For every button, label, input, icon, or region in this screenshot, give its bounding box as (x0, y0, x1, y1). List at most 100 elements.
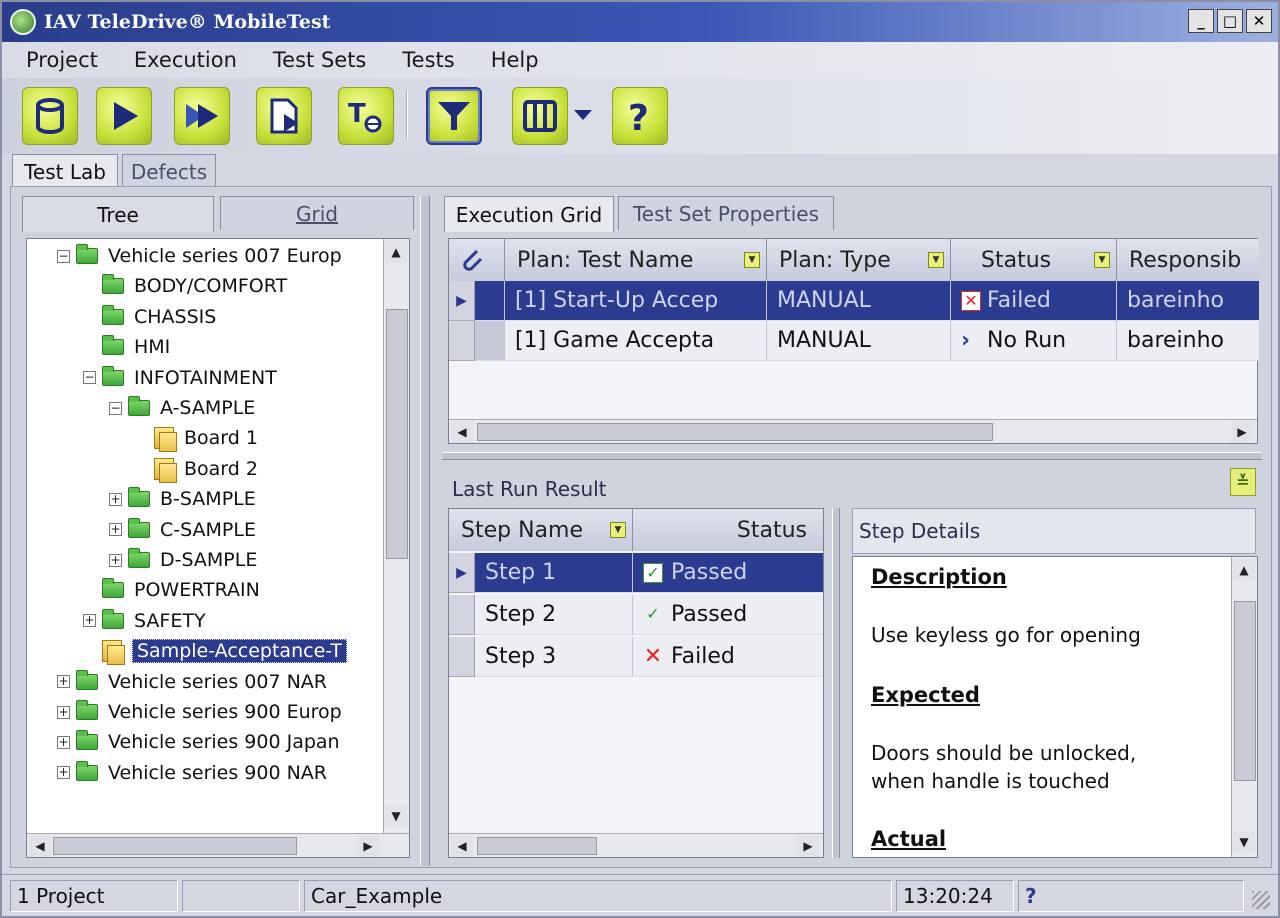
menu-execution[interactable]: Execution (134, 48, 237, 72)
collapse-icon[interactable]: − (83, 371, 96, 385)
tree-item[interactable]: + B-SAMPLE (109, 484, 256, 514)
tab-grid[interactable]: Grid (220, 196, 414, 230)
collapse-panel-button[interactable]: ≚ (1230, 468, 1256, 496)
column-header-status[interactable]: Status ▼ (951, 239, 1117, 281)
expand-icon[interactable]: + (109, 523, 122, 537)
cell-step-status[interactable]: ✓ Passed (633, 553, 823, 593)
expand-icon[interactable]: + (57, 766, 70, 780)
tab-test-lab[interactable]: Test Lab (12, 154, 118, 188)
minimize-button[interactable]: _ (1188, 9, 1214, 33)
details-vertical-scrollbar[interactable]: ▲ ▼ (1231, 557, 1257, 857)
scroll-left-icon[interactable]: ◀ (451, 835, 473, 857)
tree-vscroll-thumb[interactable] (386, 309, 408, 559)
tree-item[interactable]: POWERTRAIN (83, 575, 260, 605)
tab-tree[interactable]: Tree (22, 196, 214, 232)
collapse-icon[interactable]: − (57, 249, 70, 263)
tree-item[interactable]: + SAFETY (83, 606, 206, 636)
filter-icon[interactable]: ▼ (744, 252, 760, 268)
scroll-left-icon[interactable]: ◀ (451, 421, 473, 443)
expand-icon[interactable]: + (57, 735, 70, 749)
cell-responsible[interactable]: bareinho (1117, 281, 1259, 321)
horizontal-splitter[interactable] (442, 452, 1262, 460)
help-button[interactable]: ? (612, 87, 668, 145)
tree-item[interactable]: + C-SAMPLE (109, 515, 256, 545)
scroll-right-icon[interactable]: ▶ (357, 835, 379, 857)
filter-icon[interactable]: ▼ (1094, 252, 1110, 268)
tree-item[interactable]: + Vehicle series 900 Japan (57, 727, 340, 757)
tree-item[interactable]: − INFOTAINMENT (83, 363, 277, 393)
filter-icon[interactable]: ▼ (610, 522, 626, 538)
status-help-icon[interactable]: ? (1018, 880, 1244, 912)
tree-vertical-scrollbar[interactable]: ▲ ▼ (383, 239, 409, 833)
cell-type[interactable]: MANUAL (767, 321, 951, 361)
tree-item[interactable]: − A-SAMPLE (109, 393, 255, 423)
menu-project[interactable]: Project (26, 48, 98, 72)
tree-horizontal-scrollbar[interactable]: ◀ ▶ (27, 833, 409, 857)
table-row[interactable] (475, 281, 505, 321)
cell-step-name[interactable]: Step 1 (475, 553, 633, 593)
scroll-right-icon[interactable]: ▶ (1231, 421, 1253, 443)
tab-defects[interactable]: Defects (122, 154, 216, 188)
column-header-type[interactable]: Plan: Type ▼ (767, 239, 951, 281)
tree-item[interactable]: + D-SAMPLE (109, 545, 257, 575)
row-selector[interactable]: ▶ (449, 553, 475, 593)
tree-hscroll-thumb[interactable] (53, 837, 297, 855)
tree-item[interactable]: − Vehicle series 007 Europ (57, 241, 342, 271)
tree-item[interactable]: CHASSIS (83, 302, 216, 332)
row-selector[interactable]: ▶ (449, 281, 475, 321)
close-button[interactable]: ✕ (1246, 9, 1272, 33)
menu-tests[interactable]: Tests (402, 48, 454, 72)
cell-step-status[interactable]: ✕ Failed (633, 637, 823, 677)
run-document-button[interactable] (256, 87, 312, 145)
test-debug-button[interactable]: T (338, 87, 394, 145)
cell-status[interactable]: ✕ Failed (951, 281, 1117, 321)
attachment-column-header[interactable] (449, 239, 505, 281)
expand-icon[interactable]: + (57, 675, 70, 689)
collapse-icon[interactable]: − (109, 401, 122, 415)
tab-test-set-properties[interactable]: Test Set Properties (618, 196, 834, 230)
tree-item[interactable]: + Vehicle series 900 Europ (57, 697, 342, 727)
cell-step-name[interactable]: Step 3 (475, 637, 633, 677)
cell-responsible[interactable]: bareinho (1117, 321, 1259, 361)
tree-item[interactable]: Board 1 (135, 423, 258, 453)
tree-item[interactable]: + Vehicle series 900 NAR (57, 758, 327, 788)
tree-item[interactable]: HMI (83, 332, 170, 362)
grid-hscroll-thumb[interactable] (477, 423, 993, 441)
maximize-button[interactable]: □ (1217, 9, 1243, 33)
row-selector[interactable] (449, 637, 475, 677)
column-header-step-status[interactable]: Status (633, 509, 823, 551)
expand-icon[interactable]: + (57, 705, 70, 719)
filter-button[interactable] (426, 87, 482, 145)
tree-item[interactable]: Board 2 (135, 454, 258, 484)
columns-button[interactable] (512, 87, 568, 145)
database-button[interactable] (22, 87, 78, 145)
run-all-button[interactable] (174, 87, 230, 145)
tree-item[interactable]: Sample-Acceptance-T (83, 636, 347, 666)
details-splitter[interactable] (832, 508, 840, 858)
menu-help[interactable]: Help (491, 48, 539, 72)
table-row[interactable] (475, 321, 505, 361)
cell-step-name[interactable]: Step 2 (475, 595, 633, 635)
cell-type[interactable]: MANUAL (767, 281, 951, 321)
scroll-up-icon[interactable]: ▲ (385, 241, 407, 263)
expand-icon[interactable]: + (83, 614, 96, 628)
cell-test-name[interactable]: [1] Game Accepta (505, 321, 767, 361)
column-header-step-name[interactable]: Step Name ▼ (449, 509, 633, 551)
scroll-right-icon[interactable]: ▶ (797, 835, 819, 857)
cell-status[interactable]: › No Run (951, 321, 1117, 361)
column-header-test-name[interactable]: Plan: Test Name ▼ (505, 239, 767, 281)
row-selector[interactable] (449, 321, 475, 361)
scroll-left-icon[interactable]: ◀ (29, 835, 51, 857)
column-header-responsible[interactable]: Responsib (1117, 239, 1259, 281)
details-vscroll-thumb[interactable] (1234, 601, 1256, 781)
tree-item[interactable]: + Vehicle series 007 NAR (57, 667, 327, 697)
row-selector[interactable] (449, 595, 475, 635)
columns-dropdown-arrow-icon[interactable] (574, 110, 592, 120)
scroll-down-icon[interactable]: ▼ (385, 805, 407, 827)
menu-test-sets[interactable]: Test Sets (273, 48, 366, 72)
steps-horizontal-scrollbar[interactable]: ◀ ▶ (449, 833, 823, 857)
cell-test-name[interactable]: [1] Start-Up Accep (505, 281, 767, 321)
cell-step-status[interactable]: ✓ Passed (633, 595, 823, 635)
run-button[interactable] (96, 87, 152, 145)
vertical-splitter[interactable] (420, 196, 430, 866)
